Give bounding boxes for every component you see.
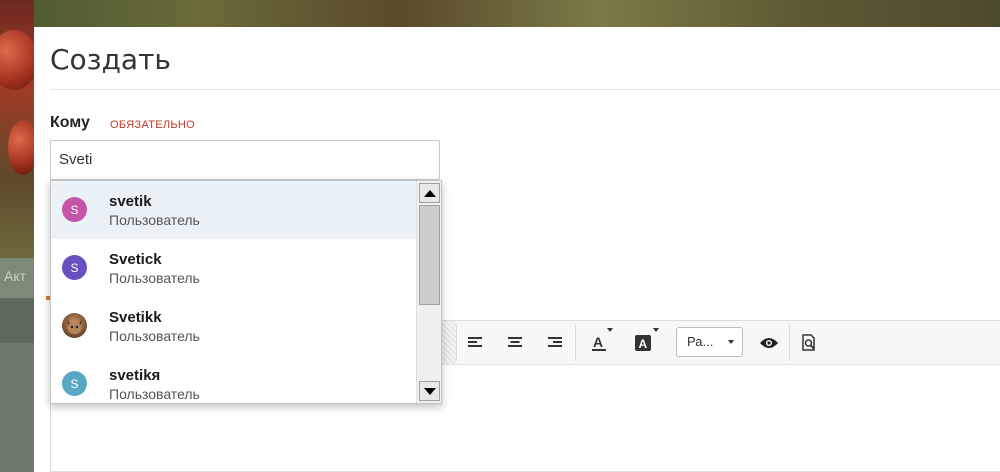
svg-text:A: A — [639, 337, 648, 351]
triangle-up-icon — [423, 189, 436, 197]
recipient-suggestions-dropdown: S svetik Пользователь S Svetick Пользова… — [50, 180, 442, 404]
dropdown-scrollbar[interactable] — [416, 181, 441, 403]
toolbar-separator — [789, 325, 790, 361]
suggestion-item[interactable]: S Svetick Пользователь — [51, 239, 416, 297]
suggestion-role: Пользователь — [109, 328, 200, 344]
svg-text:A: A — [593, 334, 603, 350]
suggestion-name: Svetikk — [109, 309, 162, 326]
suggestion-role: Пользователь — [109, 386, 200, 402]
suggestion-item[interactable]: Svetikk Пользователь — [51, 297, 416, 355]
toolbar-separator — [456, 325, 457, 361]
toolbar-separator — [575, 325, 576, 361]
title-divider — [50, 89, 1000, 90]
background-top-strip — [0, 0, 1000, 30]
align-right-icon[interactable] — [543, 331, 567, 355]
background-color-caret-icon[interactable] — [653, 328, 659, 332]
text-color-caret-icon[interactable] — [607, 328, 613, 332]
scroll-down-button[interactable] — [419, 381, 440, 401]
background-strip-dark — [0, 298, 34, 343]
preview-eye-icon[interactable] — [757, 331, 781, 355]
paragraph-format-select[interactable]: Ра... — [676, 327, 743, 357]
chevron-down-icon — [728, 340, 734, 344]
suggestion-role: Пользователь — [109, 212, 200, 228]
scroll-up-button[interactable] — [419, 183, 440, 203]
avatar: S — [62, 255, 87, 280]
page-title: Создать — [50, 43, 171, 76]
avatar: S — [62, 197, 87, 222]
suggestion-name: svetikя — [109, 367, 161, 384]
suggestion-name: Svetick — [109, 251, 162, 268]
scrollbar-thumb[interactable] — [419, 205, 440, 305]
search-document-icon[interactable] — [797, 331, 821, 355]
suggestion-role: Пользователь — [109, 270, 200, 286]
avatar: S — [62, 371, 87, 396]
triangle-down-icon — [423, 387, 436, 395]
paragraph-format-value: Ра... — [687, 334, 714, 349]
recipient-input[interactable]: Sveti — [50, 140, 440, 180]
background-strip-mid — [0, 343, 34, 472]
suggestion-item[interactable]: S svetik Пользователь — [51, 181, 416, 239]
to-label: Кому — [50, 114, 90, 131]
align-center-icon[interactable] — [503, 331, 527, 355]
avatar-photo — [62, 313, 87, 338]
required-badge: ОБЯЗАТЕЛЬНО — [110, 119, 196, 131]
suggestion-name: svetik — [109, 193, 152, 210]
background-tab-label: Акт — [4, 268, 27, 284]
align-left-icon[interactable] — [463, 331, 487, 355]
suggestion-item[interactable]: S svetikя Пользователь — [51, 355, 416, 403]
text-color-icon[interactable]: A — [587, 331, 611, 355]
background-color-icon[interactable]: A — [631, 331, 655, 355]
